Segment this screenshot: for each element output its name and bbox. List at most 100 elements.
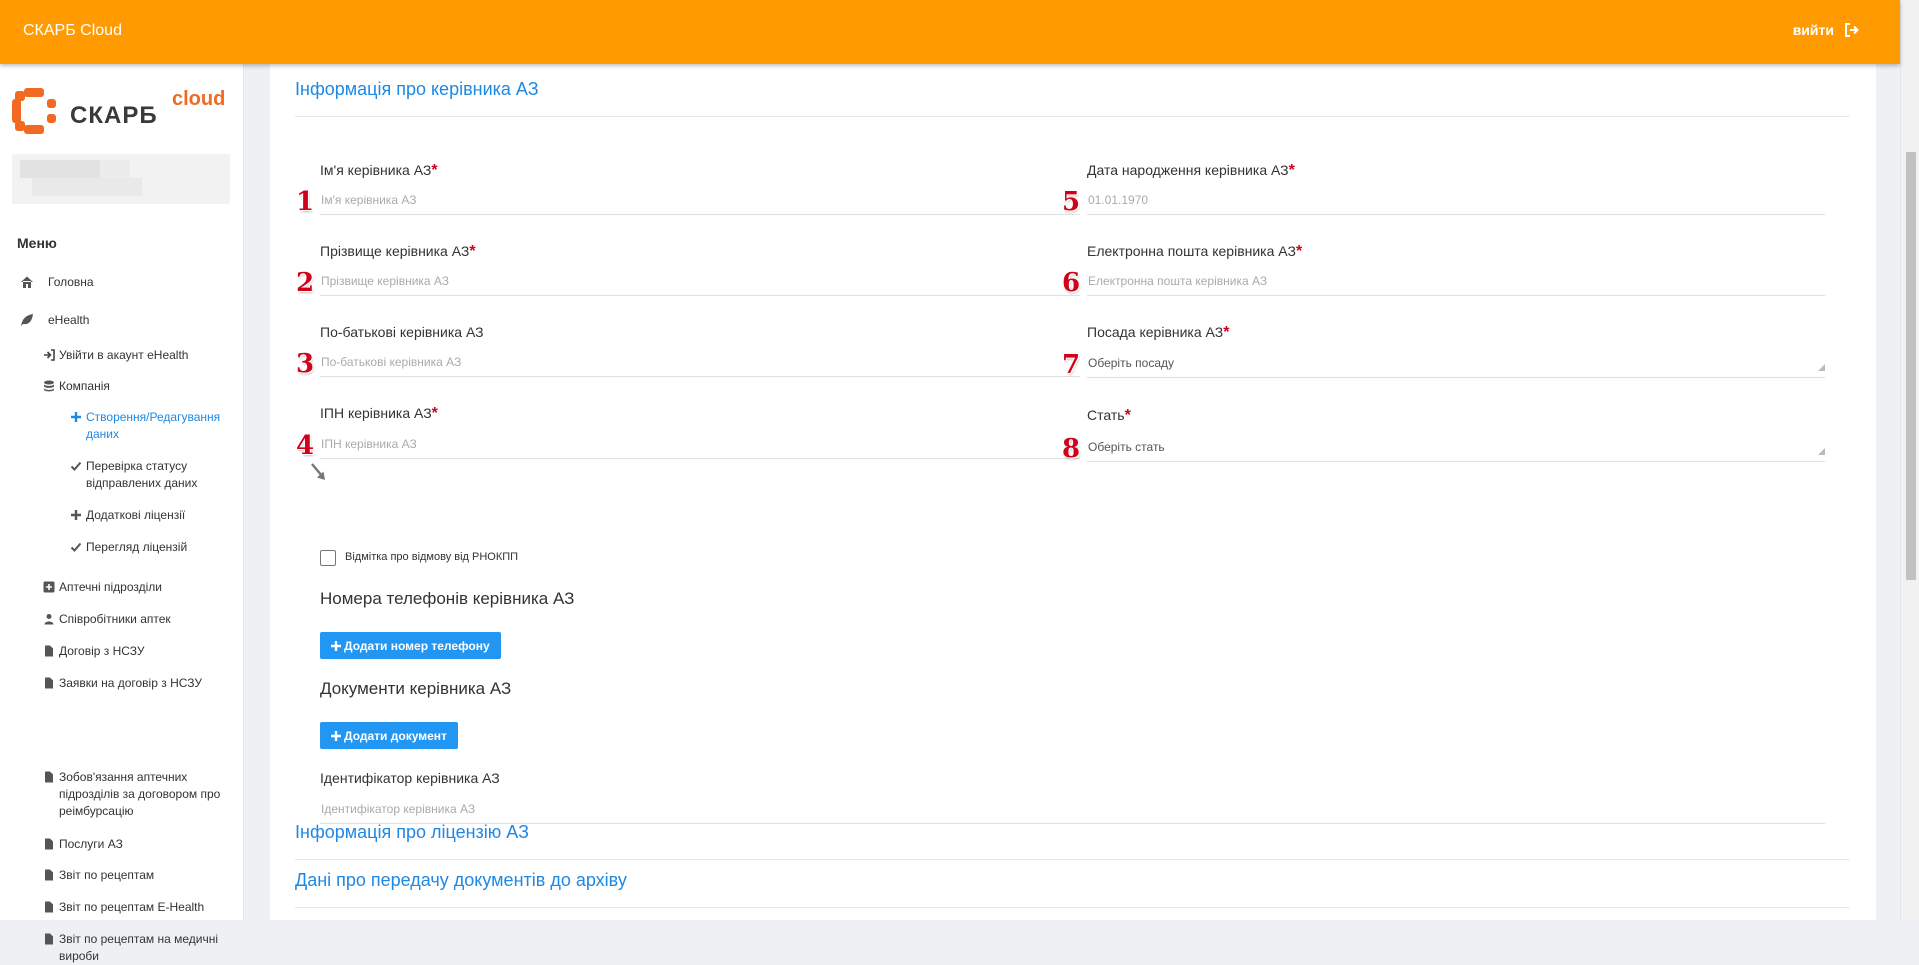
required-mark: * (431, 405, 438, 422)
required-mark: * (1288, 162, 1295, 179)
sidebar-item-label: Перевірка статусу відправлених даних (86, 459, 198, 490)
resize-grip-icon (1818, 448, 1825, 455)
user-info-box (12, 154, 230, 204)
app-brand[interactable]: СКАРБ Cloud (23, 22, 122, 40)
sidebar-item-medical-devices-report[interactable]: Звіт по рецептам на медичні вироби (43, 931, 223, 965)
plus-icon (71, 510, 81, 520)
first-name-label: Ім'я керівника АЗ* (320, 162, 438, 179)
section-title-archive[interactable]: Дані про передачу документів до архіву (295, 870, 627, 891)
check-icon (70, 542, 82, 552)
sidebar: СКАРБ cloud Меню Головна eHealth Увійти … (0, 64, 244, 963)
file-icon (45, 869, 53, 881)
annotation-number-7: 7 (1062, 350, 1081, 380)
file-icon (45, 771, 53, 783)
skarb-cloud-logo[interactable]: СКАРБ cloud (12, 88, 232, 134)
sidebar-item-ehealth-report[interactable]: Звіт по рецептам E-Health (43, 899, 204, 916)
sidebar-item-extra-licenses[interactable]: Додаткові ліцензії (70, 507, 185, 524)
email-label: Електронна пошта керівника АЗ* (1087, 243, 1303, 260)
section-title-manager[interactable]: Інформація про керівника АЗ (295, 79, 539, 100)
scrollbar-thumb[interactable] (1906, 152, 1916, 580)
section-title-license[interactable]: Інформація про ліцензію АЗ (295, 822, 529, 843)
sidebar-item-label: Договір з НСЗУ (59, 644, 145, 658)
refusal-checkbox-label[interactable]: Відмітка про відмову від РНОКПП (345, 551, 518, 563)
sidebar-item-view-licenses[interactable]: Перегляд ліцензій (70, 539, 187, 556)
plus-icon (331, 640, 341, 651)
phones-section-title: Номера телефонів керівника АЗ (320, 589, 575, 608)
annotation-number-4: 4 (296, 431, 315, 461)
add-phone-button[interactable]: Додати номер телефону (320, 632, 501, 659)
sidebar-item-label: Створення/Редагування даних (86, 410, 221, 441)
sidebar-item-home[interactable]: Головна (20, 274, 94, 291)
file-icon (45, 933, 53, 945)
middle-name-input[interactable]: По-батькові керівника АЗ (320, 347, 1080, 377)
refusal-checkbox[interactable] (320, 550, 336, 566)
sidebar-item-status-check[interactable]: Перевірка статусу відправлених даних (70, 458, 230, 492)
sidebar-item-company[interactable]: Компанія (43, 378, 110, 395)
main-card: Інформація про керівника АЗ Ім'я керівни… (270, 64, 1876, 920)
logo-mark-icon (12, 88, 56, 134)
sidebar-item-label: Звіт по рецептам на медичні вироби (59, 932, 219, 963)
plus-icon (71, 412, 81, 422)
required-mark: * (1223, 324, 1230, 341)
plus-icon (331, 730, 341, 741)
annotation-number-3: 3 (296, 349, 315, 379)
tax-id-label: ІПН керівника АЗ* (320, 405, 438, 422)
email-input[interactable]: Електронна пошта керівника АЗ (1087, 266, 1825, 296)
position-label: Посада керівника АЗ* (1087, 324, 1230, 341)
sidebar-item-label: Увійти в акаунт eHealth (59, 348, 189, 362)
sidebar-item-services[interactable]: Послуги АЗ (43, 836, 123, 853)
top-bar: СКАРБ Cloud вийти (0, 0, 1900, 64)
identifier-label: Ідентифікатор керівника АЗ (320, 770, 500, 786)
position-select[interactable]: Оберіть посаду (1087, 348, 1825, 378)
required-mark: * (431, 162, 438, 179)
logout-button[interactable]: вийти (1793, 22, 1860, 38)
sidebar-item-label: Аптечні підрозділи (59, 580, 163, 594)
logout-label: вийти (1792, 22, 1834, 38)
sidebar-item-label: Послуги АЗ (59, 837, 123, 851)
sidebar-item-label: Співробітники аптек (59, 612, 171, 626)
logo-sup: cloud (172, 88, 226, 110)
menu-title: Меню (17, 235, 57, 251)
resize-grip-icon (1818, 364, 1825, 371)
database-icon (44, 380, 54, 392)
sidebar-item-obligations[interactable]: Зобов'язання аптечних підрозділів за дог… (43, 769, 223, 820)
sidebar-item-label: Компанія (59, 379, 110, 393)
file-icon (45, 838, 53, 850)
identifier-input[interactable]: Ідентифікатор керівника АЗ (320, 794, 1825, 824)
sidebar-item-label: Додаткові ліцензії (86, 508, 186, 522)
page-scrollbar[interactable] (1900, 0, 1919, 920)
sidebar-item-ehealth-login[interactable]: Увійти в акаунт eHealth (43, 347, 188, 364)
logo-text: СКАРБ (70, 102, 158, 129)
file-icon (45, 901, 53, 913)
documents-section-title: Документи керівника АЗ (320, 679, 512, 698)
annotation-arrow-icon (311, 463, 325, 480)
leaf-icon (21, 314, 33, 326)
annotation-number-1: 1 (296, 187, 315, 217)
divider (295, 116, 1850, 117)
sign-out-icon (1845, 23, 1859, 37)
required-mark: * (1295, 243, 1303, 260)
sidebar-item-nszu-applications[interactable]: Заявки на договір з НСЗУ (43, 675, 202, 692)
gender-select[interactable]: Оберіть стать (1087, 432, 1825, 462)
sidebar-item-create-edit[interactable]: Створення/Редагування даних (70, 409, 230, 443)
tax-id-input[interactable]: ІПН керівника АЗ (320, 429, 1080, 459)
annotation-number-6: 6 (1062, 268, 1081, 298)
annotation-number-2: 2 (296, 268, 315, 298)
birth-date-input[interactable]: 01.01.1970 (1087, 185, 1825, 215)
annotation-number-8: 8 (1062, 434, 1081, 464)
last-name-input[interactable]: Прізвище керівника АЗ (320, 266, 1080, 296)
sidebar-item-label: Головна (48, 275, 94, 289)
divider (295, 859, 1850, 860)
first-name-input[interactable]: Ім'я керівника АЗ (320, 185, 1080, 215)
sidebar-item-label: Заявки на договір з НСЗУ (59, 676, 202, 690)
middle-name-label: По-батькові керівника АЗ (320, 324, 484, 340)
sidebar-item-pharmacy-units[interactable]: Аптечні підрозділи (43, 579, 162, 596)
add-document-button[interactable]: Додати документ (320, 722, 458, 749)
birth-date-label: Дата народження керівника АЗ* (1087, 162, 1295, 179)
required-mark: * (469, 243, 476, 260)
sidebar-item-label: Звіт по рецептам (59, 868, 155, 882)
sidebar-item-ehealth[interactable]: eHealth (20, 312, 89, 329)
sidebar-item-pharmacy-staff[interactable]: Співробітники аптек (43, 611, 171, 628)
sidebar-item-nszu-contract[interactable]: Договір з НСЗУ (43, 643, 145, 660)
sidebar-item-prescription-report[interactable]: Звіт по рецептам (43, 867, 154, 884)
